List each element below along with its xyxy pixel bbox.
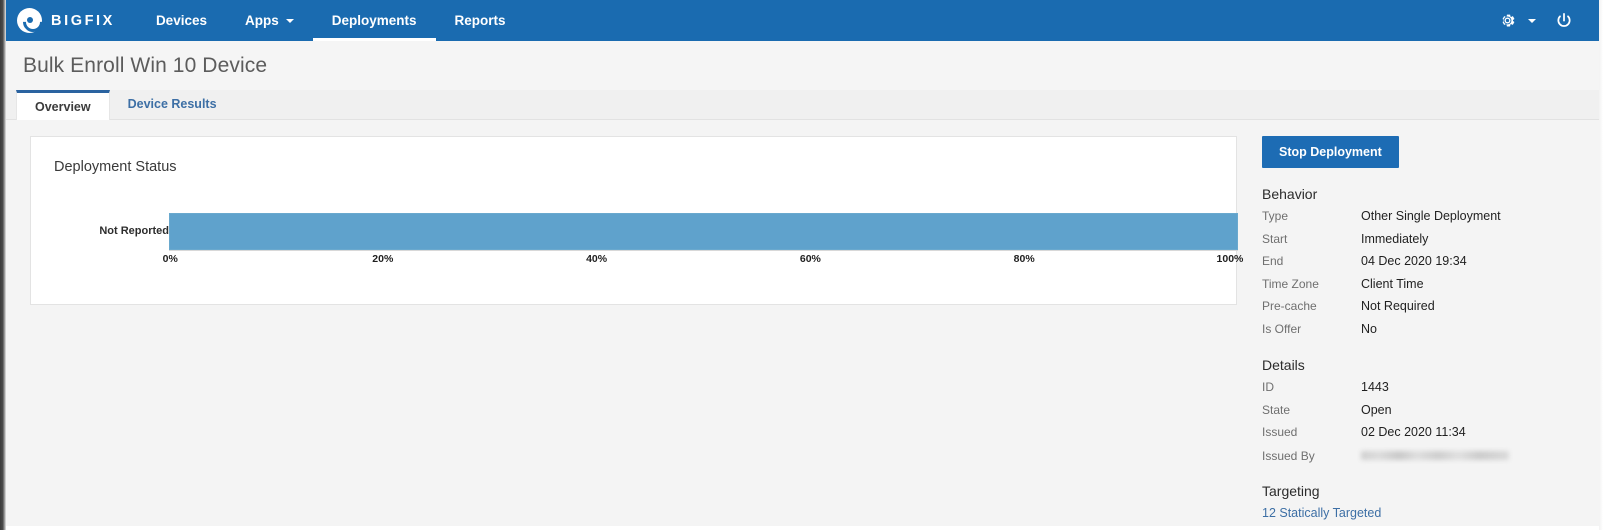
settings-chevron-down-icon [1528,18,1536,23]
nav-item-devices[interactable]: Devices [137,0,226,41]
nav-item-apps-label: Apps [244,13,279,28]
x-axis-tick-1: 20% [372,253,394,265]
window-edge-left [0,0,6,530]
behavior-is-offer-value: No [1361,321,1377,336]
page-header: Bulk Enroll Win 10 Device [6,41,1599,90]
bigfix-logo-icon [17,8,42,33]
details-issued-value: 02 Dec 2020 11:34 [1361,425,1466,439]
behavior-time-zone-value: Client Time [1361,276,1424,291]
deployment-status-chart-card: Deployment Status Not Reported 0% 20% 40% 6… [30,136,1244,305]
details-row-id: ID 1443 [1262,380,1586,403]
top-navbar: BIGFIX Devices Apps Deployments Reports [0,0,1603,41]
x-axis-ticks: 0% 20% 40% 60% 80% 100% [31,253,1244,271]
power-icon [1557,12,1571,27]
bar-category-label: Not Reported [99,225,169,237]
chart-title: Deployment Status [54,159,177,175]
redacted-value [1361,450,1509,460]
chevron-down-icon [285,18,294,23]
behavior-pre-cache-key: Pre-cache [1262,299,1317,313]
details-row-issued-by: Issued By [1262,448,1586,471]
details-id-key: ID [1262,380,1274,394]
details-issued-key: Issued [1262,425,1298,439]
gear-icon [1502,14,1515,27]
behavior-start-key: Start [1262,231,1288,246]
window-edge-bottom [0,526,1603,530]
deployment-info-panel: Stop Deployment Behavior Type Other Sing… [1256,136,1586,526]
stop-deployment-button[interactable]: Stop Deployment [1262,136,1399,168]
behavior-row-end: End 04 Dec 2020 19:34 [1262,254,1586,277]
nav-item-deployments-label: Deployments [331,13,417,28]
behavior-row-time-zone: Time Zone Client Time [1262,277,1586,300]
behavior-row-type: Type Other Single Deployment [1262,209,1586,232]
behavior-type-key: Type [1262,209,1289,223]
bar-track [169,213,1238,250]
nav-item-apps[interactable]: Apps [226,0,313,41]
nav-item-reports[interactable]: Reports [436,0,525,41]
behavior-type-value: Other Single Deployment [1361,209,1501,223]
details-issued-by-key: Issued By [1262,448,1315,463]
behavior-row-is-offer: Is Offer No [1262,322,1586,345]
behavior-start-value: Immediately [1361,231,1429,246]
page-title: Bulk Enroll Win 10 Device [23,54,268,77]
nav-item-devices-label: Devices [155,13,207,28]
details-id-value: 1443 [1361,380,1389,394]
behavior-row-start: Start Immediately [1262,232,1586,255]
details-row-issued: Issued 02 Dec 2020 11:34 [1262,425,1586,448]
x-axis-tick-2: 40% [586,253,608,265]
navbar-left-group: BIGFIX Devices Apps Deployments Reports [0,0,1491,41]
window-edge-right [1599,0,1603,530]
details-state-value: Open [1361,402,1392,417]
app-root: BIGFIX Devices Apps Deployments Reports [0,0,1603,530]
behavior-time-zone-key: Time Zone [1262,276,1319,291]
details-row-state: State Open [1262,403,1586,426]
x-axis-tick-3: 60% [799,253,821,265]
x-axis-tick-5: 100% [1216,253,1244,265]
behavior-is-offer-key: Is Offer [1262,321,1302,336]
brand-label: BIGFIX [51,12,115,29]
content-area: Deployment Status Not Reported 0% 20% 40% 6… [6,120,1599,526]
tab-bar: Overview Device Results [6,90,1599,120]
tab-device-results[interactable]: Device Results [110,89,235,119]
tab-overview[interactable]: Overview [16,90,110,120]
tab-overview-label: Overview [35,99,91,114]
behavior-end-key: End [1262,254,1284,268]
primary-nav: Devices Apps Deployments Reports [137,0,525,41]
bigfix-brand[interactable]: BIGFIX [13,0,137,41]
behavior-end-value: 04 Dec 2020 19:34 [1361,254,1467,268]
x-axis-tick-4: 80% [1013,253,1035,265]
navbar-right-group [1491,0,1603,41]
behavior-section-heading: Behavior [1262,186,1318,202]
x-axis-tick-0: 0% [162,253,178,265]
behavior-pre-cache-value: Not Required [1361,299,1435,313]
details-state-key: State [1262,402,1291,417]
tab-device-results-label: Device Results [127,97,217,111]
settings-menu-button[interactable] [1491,11,1543,30]
x-axis-line [169,250,1238,251]
details-section-heading: Details [1262,357,1305,373]
panel-spacer-2 [1256,470,1586,483]
logout-button[interactable] [1547,11,1581,31]
nav-item-deployments[interactable]: Deployments [312,0,436,41]
targeting-link[interactable]: 12 Statically Targeted [1262,506,1586,520]
panel-spacer-1 [1256,344,1586,357]
nav-item-reports-label: Reports [454,13,506,28]
bar-chart-plot: Not Reported 0% 20% 40% 60% 80% 100% [31,213,1244,273]
details-issued-by-value [1361,448,1509,463]
bar-not-reported[interactable] [169,213,1238,250]
behavior-row-pre-cache: Pre-cache Not Required [1262,299,1586,322]
targeting-section-heading: Targeting [1262,483,1320,499]
